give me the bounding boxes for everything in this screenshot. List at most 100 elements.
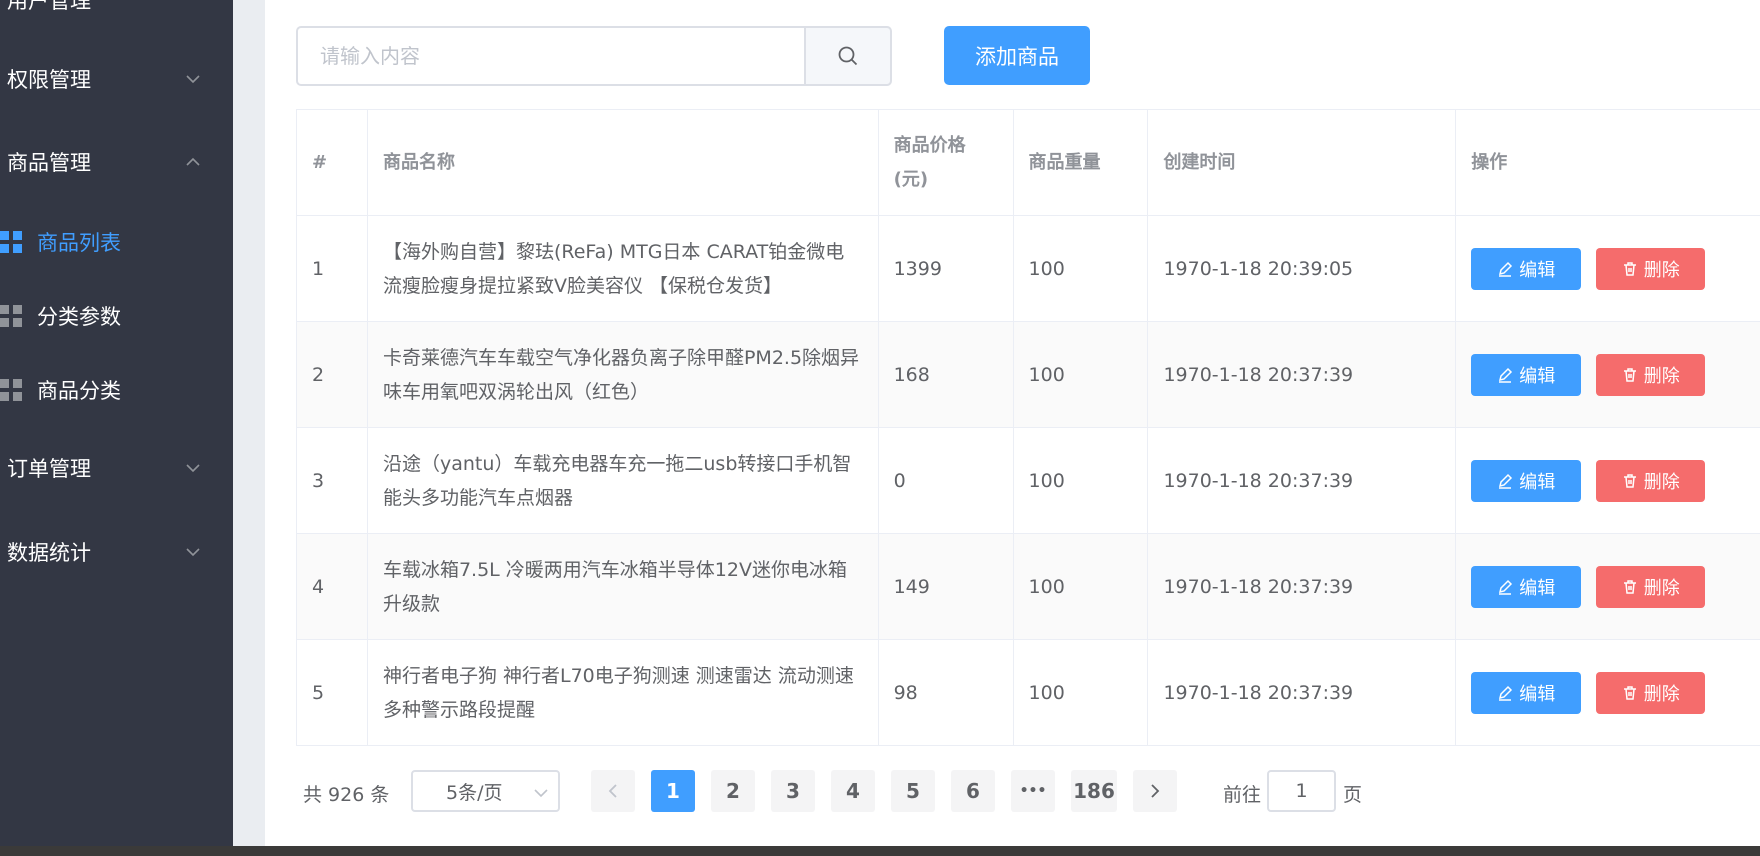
row-index: 1 [297,216,368,321]
chevron-down-icon [186,545,200,559]
menu-users[interactable]: 用户管理 [0,0,233,28]
page-button-2[interactable]: 2 [711,770,755,812]
edit-label: 编辑 [1519,577,1556,599]
page-button-1[interactable]: 1 [651,770,695,812]
page-button-5[interactable]: 5 [891,770,935,812]
chevron-up-icon [186,155,200,169]
edit-label: 编辑 [1519,471,1556,493]
add-product-button[interactable]: 添加商品 [944,26,1090,85]
product-table: # 商品名称 商品价格(元) 商品重量 创建时间 操作 1 【海外购自营】黎珐(… [296,109,1760,746]
trash-icon [1623,367,1636,382]
table-row: 4 车载冰箱7.5L 冷暖两用汽车冰箱半导体12V迷你电冰箱升级款 149 10… [297,534,1760,640]
column-header-actions: 操作 [1471,151,1508,173]
menu-orders-label: 订单管理 [7,457,91,481]
page-button-3[interactable]: 3 [771,770,815,812]
menu-products[interactable]: 商品管理 [0,134,233,190]
sidebar-item-label: 商品分类 [37,379,121,403]
delete-label: 删除 [1643,471,1680,493]
row-index: 2 [297,322,368,427]
product-created: 1970-1-18 20:37:39 [1148,640,1457,745]
delete-button[interactable]: 删除 [1596,565,1706,608]
page-size-value: 5条/页 [446,781,503,804]
menu-permissions-label: 权限管理 [7,68,91,92]
row-index: 4 [297,534,368,639]
product-price: 168 [879,322,1014,427]
column-header-index: # [297,110,368,215]
row-actions: 编辑 删除 [1456,216,1760,321]
page-size-select[interactable]: 5条/页 [411,770,560,812]
delete-label: 删除 [1643,683,1680,705]
row-actions: 编辑 删除 [1456,534,1760,639]
edit-label: 编辑 [1519,259,1556,281]
menu-users-label: 用户管理 [7,0,91,13]
row-index: 3 [297,428,368,533]
product-created: 1970-1-18 20:39:05 [1148,216,1457,321]
row-actions: 编辑 删除 [1456,428,1760,533]
delete-button[interactable]: 删除 [1596,247,1706,290]
grid-icon [0,231,22,253]
prev-page-button[interactable] [591,770,635,812]
taskbar-strip [0,846,1760,856]
column-header-created: 创建时间 [1148,110,1457,215]
trash-icon [1623,473,1636,488]
product-name: 沿途（yantu）车载充电器车充一拖二usb转接口手机智能头多功能汽车点烟器 [368,428,879,533]
edit-icon [1499,261,1513,277]
edit-button[interactable]: 编辑 [1471,247,1582,290]
table-row: 1 【海外购自营】黎珐(ReFa) MTG日本 CARAT铂金微电流瘦脸瘦身提拉… [297,216,1760,322]
grid-icon [0,379,22,401]
search-icon [838,46,858,66]
more-pages-button[interactable]: ••• [1011,770,1055,812]
grid-icon [0,305,22,327]
chevron-left-icon [608,784,617,798]
menu-statistics[interactable]: 数据统计 [0,524,233,580]
trash-icon [1623,261,1636,276]
chevron-right-icon [1151,784,1160,798]
trash-icon [1623,579,1636,594]
product-name: 神行者电子狗 神行者L70电子狗测速 测速雷达 流动测速 多种警示路段提醒 [368,640,879,745]
product-name: 【海外购自营】黎珐(ReFa) MTG日本 CARAT铂金微电流瘦脸瘦身提拉紧致… [368,216,879,321]
delete-button[interactable]: 删除 [1596,459,1706,502]
edit-icon [1499,367,1513,383]
menu-orders[interactable]: 订单管理 [0,440,233,496]
chevron-down-icon [186,72,200,86]
trash-icon [1623,685,1636,700]
jump-prefix: 前往 [1223,784,1262,806]
product-name: 车载冰箱7.5L 冷暖两用汽车冰箱半导体12V迷你电冰箱升级款 [368,534,879,639]
sidebar-item-product-categories[interactable]: 商品分类 [0,362,233,418]
page-button-4[interactable]: 4 [831,770,875,812]
delete-label: 删除 [1643,365,1680,387]
delete-button[interactable]: 删除 [1596,671,1706,714]
edit-button[interactable]: 编辑 [1471,459,1582,502]
next-page-button[interactable] [1133,770,1177,812]
menu-permissions[interactable]: 权限管理 [0,51,233,107]
menu-products-label: 商品管理 [7,151,91,175]
product-created: 1970-1-18 20:37:39 [1148,322,1457,427]
product-created: 1970-1-18 20:37:39 [1148,534,1457,639]
edit-button[interactable]: 编辑 [1471,671,1582,714]
chevron-down-icon [186,461,200,475]
product-weight: 100 [1014,216,1149,321]
delete-label: 删除 [1643,577,1680,599]
edit-button[interactable]: 编辑 [1471,353,1582,396]
product-weight: 100 [1014,534,1149,639]
column-header-name: 商品名称 [368,110,879,215]
total-count: 共 926 条 [303,784,390,806]
table-row: 3 沿途（yantu）车载充电器车充一拖二usb转接口手机智能头多功能汽车点烟器… [297,428,1760,534]
product-weight: 100 [1014,640,1149,745]
sidebar-item-product-list[interactable]: 商品列表 [0,214,233,270]
search-bar [296,26,892,86]
edit-icon [1499,579,1513,595]
sidebar-item-category-params[interactable]: 分类参数 [0,288,233,344]
page-button-186[interactable]: 186 [1071,770,1117,812]
table-row: 5 神行者电子狗 神行者L70电子狗测速 测速雷达 流动测速 多种警示路段提醒 … [297,640,1760,746]
page-button-6[interactable]: 6 [951,770,995,812]
jump-page-input[interactable] [1267,770,1336,812]
product-name: 卡奇莱德汽车车载空气净化器负离子除甲醛PM2.5除烟异味车用氧吧双涡轮出风（红色… [368,322,879,427]
delete-button[interactable]: 删除 [1596,353,1706,396]
product-price: 149 [879,534,1014,639]
search-button[interactable] [804,26,892,86]
search-input[interactable] [296,26,804,86]
edit-button[interactable]: 编辑 [1471,565,1582,608]
sidebar-item-label: 商品列表 [37,231,121,255]
edit-icon [1499,473,1513,489]
